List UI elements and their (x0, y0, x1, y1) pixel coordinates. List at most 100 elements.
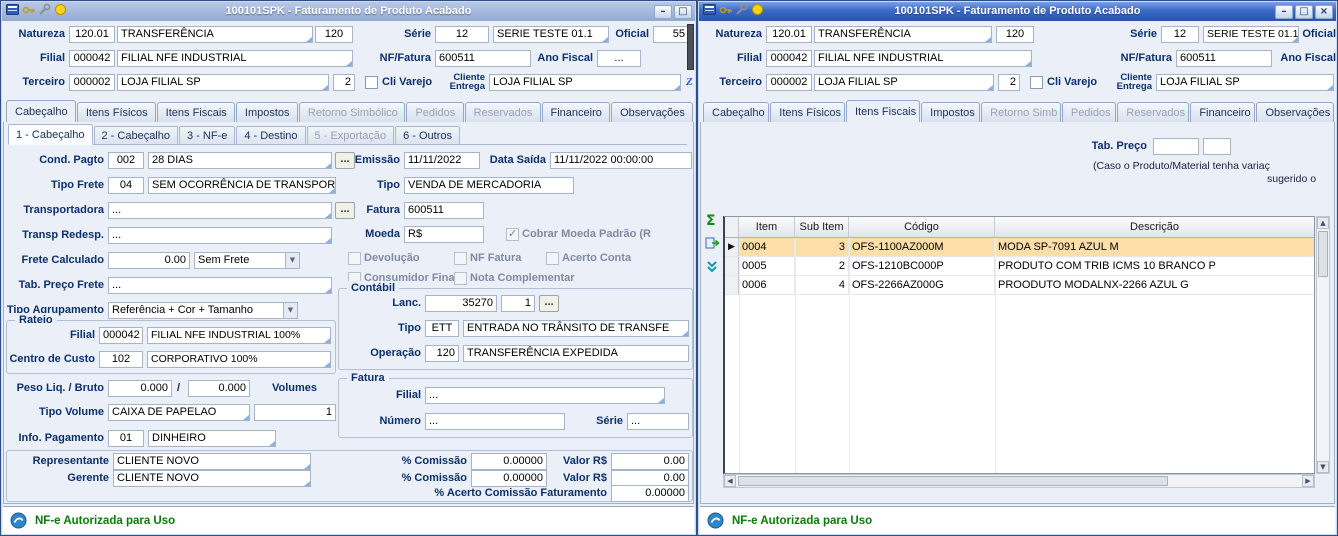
cond-pagto-code-field[interactable]: 002 (108, 152, 144, 169)
comissao1-field[interactable]: 0.00000 (471, 453, 547, 470)
oficial-field[interactable]: 55 (653, 26, 689, 43)
sigma-icon[interactable]: Σ (703, 212, 721, 230)
natureza-extra-field[interactable]: 120 (996, 26, 1034, 43)
cliente-entrega-field[interactable]: LOJA FILIAL SP (489, 74, 681, 91)
natureza-extra-field[interactable]: 120 (315, 26, 353, 43)
tab-financeiro[interactable]: Financeiro (542, 102, 611, 122)
vertical-scrollbar[interactable]: ▲ ▼ (1316, 216, 1330, 474)
tipo-volume-field[interactable]: CAIXA DE PAPELAO (108, 404, 250, 421)
volumes-field[interactable]: 1 (254, 404, 336, 421)
tab-observacoes[interactable]: Observações (611, 102, 693, 122)
cell-sub-item[interactable]: 4 (795, 276, 849, 294)
valor1-field[interactable]: 0.00 (611, 453, 689, 470)
centro-custo-desc-field[interactable]: CORPORATIVO 100% (147, 351, 331, 368)
cli-varejo-checkbox[interactable] (365, 76, 378, 89)
vertical-scroll-thumb[interactable] (1318, 231, 1328, 277)
cell-descricao[interactable]: MODA SP-7091 AZUL M (995, 238, 1314, 256)
info-pagamento-desc-field[interactable]: DINHEIRO (148, 430, 276, 447)
cell-codigo[interactable]: OFS-2266AZ000G (849, 276, 995, 294)
cell-sub-item[interactable]: 3 (795, 238, 849, 256)
export-grid-icon[interactable] (703, 236, 721, 254)
chevron-down-icon[interactable]: ▼ (283, 303, 297, 318)
scroll-up-arrow[interactable]: ▲ (1317, 217, 1329, 229)
terceiro-desc-field[interactable]: LOJA FILIAL SP (117, 74, 329, 91)
tab-preco-frete-field[interactable]: ... (108, 277, 332, 294)
natureza-desc-field[interactable]: TRANSFERÊNCIA (117, 26, 313, 43)
transp-redesp-field[interactable]: ... (108, 227, 332, 244)
terceiro-code-field[interactable]: 000002 (69, 74, 115, 91)
scroll-down-arrow[interactable]: ▼ (1317, 461, 1329, 473)
rateio-filial-desc-field[interactable]: FILIAL NFE INDUSTRIAL 100% (147, 327, 331, 344)
tipo-agrupamento-combo[interactable]: Referência + Cor + Tamanho▼ (108, 302, 298, 319)
operacao-code-field[interactable]: 120 (425, 345, 459, 362)
fatura-numero-field[interactable]: ... (425, 413, 565, 430)
col-descricao[interactable]: Descrição (995, 217, 1314, 237)
table-row[interactable]: 0005 2 OFS-1210BC000P PRODUTO COM TRIB I… (725, 257, 1314, 276)
chevrons-down-icon[interactable] (703, 260, 721, 278)
fatura-serie-field[interactable]: ... (627, 413, 689, 430)
table-row[interactable]: 0006 4 OFS-2266AZ000G PROODUTO MODALNX-2… (725, 276, 1314, 295)
tab-preco-field[interactable] (1153, 138, 1199, 155)
subtab-1-cabecalho[interactable]: 1 - Cabeçalho (8, 124, 93, 145)
close-button[interactable]: × (1315, 5, 1333, 19)
wrench-icon[interactable] (38, 3, 51, 21)
cell-descricao[interactable]: PROODUTO MODALNX-2266 AZUL G (995, 276, 1314, 294)
tab-itens-fisicos[interactable]: Itens Físicos (770, 102, 845, 122)
peso-bruto-field[interactable]: 0.000 (188, 380, 250, 397)
tab-itens-fisicos[interactable]: Itens Físicos (77, 102, 156, 122)
nf-fatura-field[interactable]: 600511 (435, 50, 531, 67)
cell-item[interactable]: 0004 (739, 238, 795, 256)
horizontal-scroll-thumb[interactable] (738, 476, 1168, 486)
serie-code-field[interactable]: 12 (435, 26, 489, 43)
col-codigo[interactable]: Código (849, 217, 995, 237)
col-item[interactable]: Item (739, 217, 795, 237)
lanc-field[interactable]: 35270 (425, 295, 497, 312)
tab-itens-fiscais[interactable]: Itens Fiscais (157, 102, 235, 122)
terceiro-extra-field[interactable]: 2 (333, 74, 355, 91)
restore-button[interactable]: □ (1295, 5, 1313, 19)
info-pagamento-code-field[interactable]: 01 (108, 430, 144, 447)
minimize-button[interactable]: – (654, 5, 672, 19)
tab-impostos[interactable]: Impostos (921, 102, 980, 122)
bulb-icon[interactable] (751, 3, 764, 21)
fatura-field[interactable]: 600511 (404, 202, 484, 219)
cell-sub-item[interactable]: 2 (795, 257, 849, 275)
tipo-frete-code-field[interactable]: 04 (108, 177, 144, 194)
subtab-3-nfe[interactable]: 3 - NF-e (179, 126, 235, 144)
key-icon[interactable] (22, 3, 35, 21)
chevron-down-icon[interactable]: ▼ (285, 253, 299, 268)
bulb-icon[interactable] (54, 3, 67, 21)
frete-combo[interactable]: Sem Frete▼ (194, 252, 300, 269)
filial-desc-field[interactable]: FILIAL NFE INDUSTRIAL (814, 50, 1032, 67)
peso-liq-field[interactable]: 0.000 (108, 380, 172, 397)
tab-financeiro[interactable]: Financeiro (1190, 102, 1255, 122)
representante-field[interactable]: CLIENTE NOVO (113, 453, 311, 470)
cell-item[interactable]: 0005 (739, 257, 795, 275)
tab-itens-fiscais[interactable]: Itens Fiscais (846, 100, 920, 123)
natureza-desc-field[interactable]: TRANSFERÊNCIA (814, 26, 992, 43)
tipo-field[interactable]: VENDA DE MERCADORIA (404, 177, 574, 194)
scroll-left-arrow[interactable]: ◀ (724, 475, 736, 487)
tab-preco-extra-field[interactable] (1203, 138, 1231, 155)
cobrar-moeda-checkbox[interactable] (506, 228, 519, 241)
frete-calculado-field[interactable]: 0.00 (108, 252, 190, 269)
wrench-icon[interactable] (735, 3, 748, 21)
tab-impostos[interactable]: Impostos (236, 102, 298, 122)
emissao-field[interactable]: 11/11/2022 (404, 152, 480, 169)
subtab-6-outros[interactable]: 6 - Outros (395, 126, 460, 144)
lanc-seq-field[interactable]: 1 (501, 295, 535, 312)
rateio-filial-code-field[interactable]: 000042 (99, 327, 143, 344)
natureza-code-field[interactable]: 120.01 (766, 26, 812, 43)
scroll-right-arrow[interactable]: ▶ (1302, 475, 1314, 487)
serie-code-field[interactable]: 12 (1161, 26, 1199, 43)
nf-fatura-field[interactable]: 600511 (1176, 50, 1272, 67)
data-saida-field[interactable]: 11/11/2022 00:00:00 (550, 152, 692, 169)
cliente-entrega-field[interactable]: LOJA FILIAL SP (1156, 74, 1334, 91)
cell-item[interactable]: 0006 (739, 276, 795, 294)
operacao-desc-field[interactable]: TRANSFERÊNCIA EXPEDIDA (463, 345, 689, 362)
contabil-tipo-code-field[interactable]: ETT (425, 320, 459, 337)
table-row[interactable]: ▶ 0004 3 OFS-1100AZ000M MODA SP-7091 AZU… (725, 238, 1314, 257)
acerto-comissao-field[interactable]: 0.00000 (611, 485, 689, 502)
cell-descricao[interactable]: PRODUTO COM TRIB ICMS 10 BRANCO P (995, 257, 1314, 275)
tipo-frete-desc-field[interactable]: SEM OCORRÊNCIA DE TRANSPORTE (148, 177, 336, 194)
